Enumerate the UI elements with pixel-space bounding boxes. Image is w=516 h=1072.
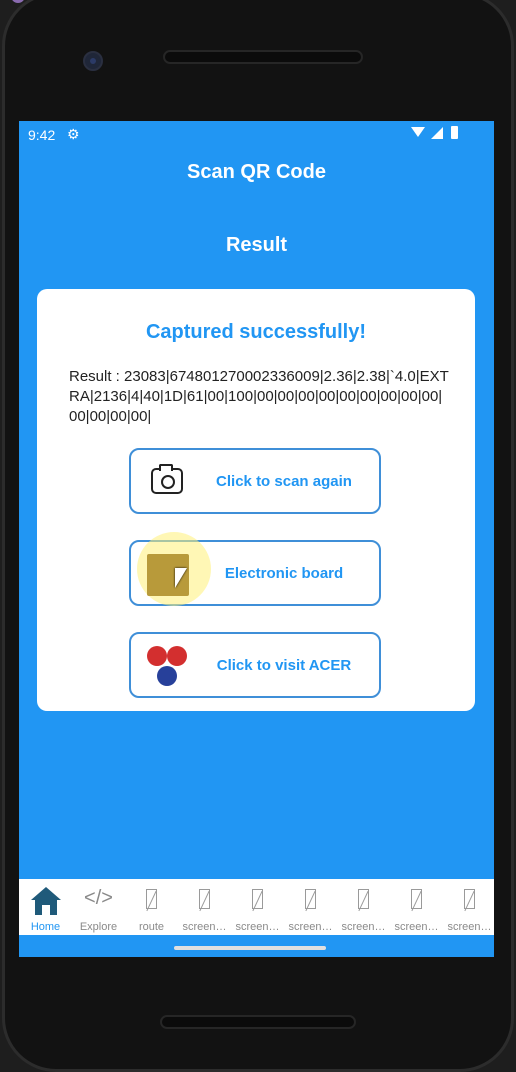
code-icon: </> — [84, 887, 113, 909]
broken-image-icon — [252, 889, 263, 909]
broken-image-icon — [464, 889, 475, 909]
nav-item-home[interactable]: Home — [19, 879, 72, 935]
capture-status-title: Captured successfully! — [145, 321, 367, 343]
wifi-icon — [411, 127, 425, 137]
section-title: Result — [225, 234, 288, 256]
visit-acer-button[interactable]: Click to visit ACER — [129, 632, 381, 698]
electronic-board-button[interactable]: Electronic board — [129, 532, 381, 606]
nav-label: screen… — [288, 921, 333, 933]
nav-label: screen… — [447, 921, 492, 933]
acer-logo-icon — [145, 644, 191, 690]
status-bar: 9:42 ⚙ — [19, 121, 494, 147]
nav-item-route[interactable]: route — [125, 879, 178, 935]
nav-label: route — [138, 921, 165, 933]
mouse-cursor-icon — [175, 568, 187, 588]
scan-again-label: Click to scan again — [216, 473, 352, 490]
app-screen: 9:42 ⚙ Scan QR Code Result Captured succ… — [19, 121, 494, 957]
nav-item-screen[interactable]: screen… — [443, 879, 494, 935]
front-camera — [83, 51, 103, 71]
nav-label: screen… — [182, 921, 227, 933]
battery-icon — [451, 126, 458, 139]
nav-item-screen[interactable]: screen… — [231, 879, 284, 935]
home-icon — [31, 887, 61, 915]
nav-label: Home — [30, 921, 61, 933]
app-bar-title: Scan QR Code — [187, 161, 326, 183]
bottom-speaker — [160, 1015, 356, 1029]
nav-item-explore[interactable]: </> Explore — [72, 879, 125, 935]
status-time: 9:42 — [28, 127, 56, 143]
camera-icon — [151, 464, 183, 494]
nav-label: screen… — [341, 921, 386, 933]
broken-image-icon — [305, 889, 316, 909]
scan-again-button[interactable]: Click to scan again — [129, 448, 381, 514]
electronic-board-label: Electronic board — [224, 565, 344, 582]
nav-label: screen… — [394, 921, 439, 933]
visit-acer-label: Click to visit ACER — [216, 657, 352, 674]
result-card: Captured successfully! Result : 23083|67… — [37, 289, 475, 711]
scan-result-text: Result : 23083|674801270002336009|2.36|2… — [69, 368, 449, 425]
broken-image-icon — [146, 889, 157, 909]
gear-icon: ⚙ — [67, 126, 80, 142]
nav-item-screen[interactable]: screen… — [284, 879, 337, 935]
signal-icon — [431, 127, 443, 139]
window-control-dot — [11, 0, 25, 3]
nav-item-screen[interactable]: screen… — [390, 879, 443, 935]
broken-image-icon — [411, 889, 422, 909]
nav-label: screen… — [235, 921, 280, 933]
bottom-navigation: Home </> Explore route screen… screen… s… — [19, 879, 494, 935]
nav-item-screen[interactable]: screen… — [178, 879, 231, 935]
earpiece-speaker — [163, 50, 363, 64]
broken-image-icon — [199, 889, 210, 909]
nav-label: Explore — [79, 921, 118, 933]
nav-item-screen[interactable]: screen… — [337, 879, 390, 935]
gesture-home-pill[interactable] — [174, 946, 326, 950]
broken-image-icon — [358, 889, 369, 909]
